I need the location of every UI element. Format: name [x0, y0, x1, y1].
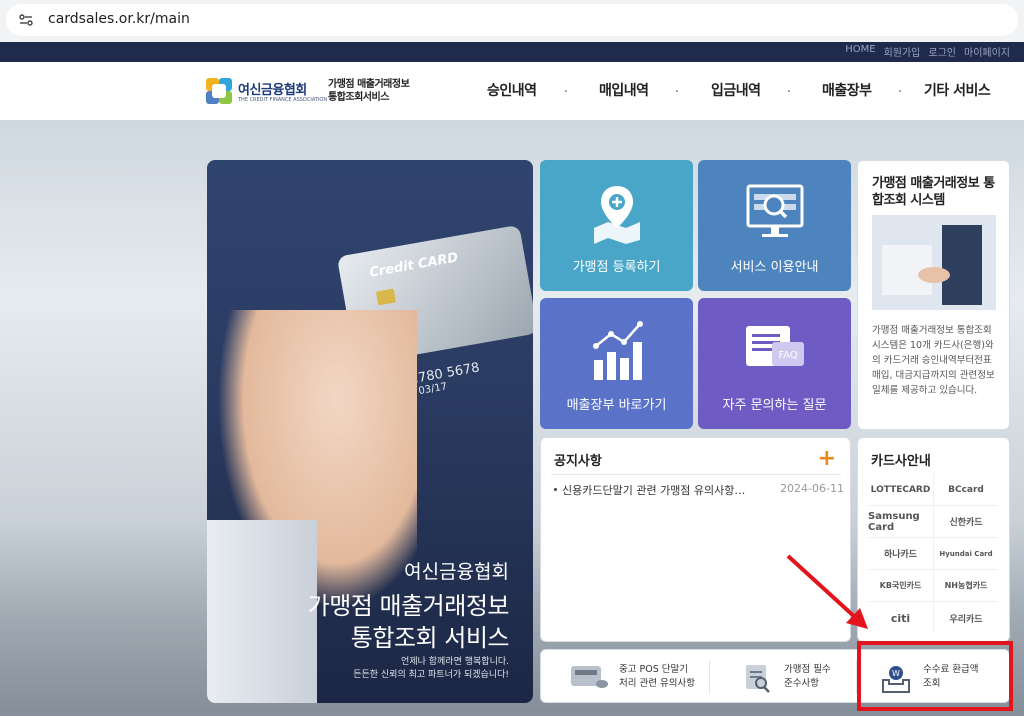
quick-link-used-pos[interactable]: 중고 POS 단말기 처리 관련 유의사항: [541, 650, 701, 704]
service-name-line1: 가맹점 매출거래정보: [328, 79, 410, 90]
util-link-signup[interactable]: 회원가입: [884, 44, 921, 59]
service-name-line2: 통합조회서비스: [328, 92, 389, 103]
quick-link-divider: [709, 660, 710, 694]
notice-item[interactable]: 신용카드단말기 관련 가맹점 유의사항… 2024-06-11: [554, 482, 844, 500]
tile-faq[interactable]: FAQ 자주 문의하는 질문: [698, 298, 851, 429]
faq-icon-text: FAQ: [778, 350, 797, 361]
handshake-image: [872, 215, 996, 310]
faq-icon: FAQ: [746, 326, 804, 366]
quick-link-line1: 가맹점 필수: [784, 664, 831, 675]
nav-deposit[interactable]: 입금내역: [711, 80, 761, 100]
browser-address-bar: cardsales.or.kr/main: [0, 0, 1024, 42]
hero-title-line1: 가맹점 매출거래정보: [307, 592, 510, 620]
pos-terminal-icon: [571, 666, 608, 688]
address-field[interactable]: cardsales.or.kr/main: [6, 4, 1018, 36]
site-header: 여신금융협회 THE CREDIT FINANCE ASSOCIATION 가맹…: [0, 62, 1024, 120]
card-company-title: 카드사안내: [871, 454, 931, 469]
card-company-kb[interactable]: KB국민카드: [868, 570, 933, 602]
hero-tagline2: 든든한 신뢰의 최고 파트너가 되겠습니다!: [353, 670, 509, 680]
hero-title-line2: 통합조회 서비스: [350, 624, 510, 652]
card-company-box: 카드사안내 LOTTECARD BCcard Samsung Card 신한카드…: [857, 437, 1010, 642]
notice-divider: [551, 474, 841, 475]
nav-sales-ledger[interactable]: 매출장부: [822, 80, 872, 100]
tile-sales-ledger[interactable]: 매출장부 바로가기: [540, 298, 693, 429]
hero-tagline1: 언제나 함께라면 행복합니다.: [401, 657, 509, 667]
handshake-illustration: [872, 215, 996, 310]
card-company-nh[interactable]: NH농협카드: [933, 570, 998, 602]
bar-chart-icon: [593, 321, 643, 380]
nav-separator: [899, 90, 901, 92]
quick-link-line1: 중고 POS 단말기: [619, 664, 688, 675]
annotation-highlight-box: [857, 641, 1013, 711]
notice-box: 공지사항 + 신용카드단말기 관련 가맹점 유의사항… 2024-06-11: [540, 437, 851, 642]
card-company-bc[interactable]: BCcard: [933, 474, 998, 506]
card-company-lotte[interactable]: LOTTECARD: [868, 474, 933, 506]
notice-item-title[interactable]: 신용카드단말기 관련 가맹점 유의사항…: [562, 482, 772, 498]
system-info-box: 가맹점 매출거래정보 통합조회 시스템 가맹점 매출거래정보 통합조회시스템은 …: [857, 160, 1010, 430]
quick-link-line2: 처리 관련 유의사항: [619, 678, 695, 689]
nav-separator: [788, 90, 790, 92]
hero-banner: Credit CARD 123 2961 2780 5678 VALID 03/…: [207, 160, 533, 703]
quick-link-label: 가맹점 필수 준수사항: [784, 663, 831, 691]
info-title: 가맹점 매출거래정보 통합조회 시스템: [872, 176, 995, 208]
logo-icon[interactable]: [206, 78, 232, 104]
sleeve-image: [207, 520, 317, 703]
notice-title: 공지사항: [554, 454, 602, 469]
tile-label: 가맹점 등록하기: [572, 260, 661, 275]
site-settings-icon[interactable]: [18, 12, 34, 28]
card-company-samsung[interactable]: Samsung Card: [868, 506, 933, 538]
card-company-woori[interactable]: 우리카드: [933, 602, 998, 634]
card-company-grid: LOTTECARD BCcard Samsung Card 신한카드 하나카드 …: [868, 474, 998, 634]
monitor-search-icon: [746, 184, 804, 237]
nav-approval[interactable]: 승인내역: [487, 80, 537, 100]
notice-more-button[interactable]: +: [818, 446, 836, 471]
util-link-home[interactable]: HOME: [845, 44, 875, 59]
hero-title-org: 여신금융협회: [404, 561, 509, 583]
tile-service-guide[interactable]: 서비스 이용안내: [698, 160, 851, 291]
card-company-hyundai[interactable]: Hyundai Card: [933, 538, 998, 570]
tile-label: 서비스 이용안내: [730, 260, 819, 275]
tile-merchant-register[interactable]: 가맹점 등록하기: [540, 160, 693, 291]
nav-separator: [676, 90, 678, 92]
quick-link-merchant-rules[interactable]: 가맹점 필수 준수사항: [716, 650, 856, 704]
util-link-login[interactable]: 로그인: [928, 44, 956, 59]
quick-link-line2: 준수사항: [784, 678, 819, 689]
info-description: 가맹점 매출거래정보 통합조회시스템은 10개 카드사(은행)와의 카드거래 승…: [872, 325, 995, 396]
card-company-shinhan[interactable]: 신한카드: [933, 506, 998, 538]
service-name: 가맹점 매출거래정보 통합조회서비스: [328, 78, 410, 104]
nav-separator: [565, 90, 567, 92]
bullet-icon: [554, 488, 557, 491]
nav-purchase[interactable]: 매입내역: [599, 80, 649, 100]
util-link-mypage[interactable]: 마이페이지: [964, 44, 1010, 59]
nav-other-services[interactable]: 기타 서비스: [924, 80, 991, 100]
quick-link-label: 중고 POS 단말기 처리 관련 유의사항: [619, 663, 695, 691]
url-text[interactable]: cardsales.or.kr/main: [48, 11, 190, 27]
card-company-hana[interactable]: 하나카드: [868, 538, 933, 570]
document-search-icon: [746, 665, 770, 693]
tile-label: 자주 문의하는 질문: [722, 398, 827, 413]
map-pin-icon: [594, 186, 640, 244]
logo-name[interactable]: 여신금융협회: [238, 79, 307, 98]
card-company-citi[interactable]: citi: [868, 602, 933, 634]
notice-item-date: 2024-06-11: [780, 482, 844, 495]
tile-label: 매출장부 바로가기: [566, 398, 667, 413]
utility-bar: HOME 회원가입 로그인 마이페이지: [0, 42, 1024, 62]
logo-subtitle: THE CREDIT FINANCE ASSOCIATION: [238, 97, 328, 103]
